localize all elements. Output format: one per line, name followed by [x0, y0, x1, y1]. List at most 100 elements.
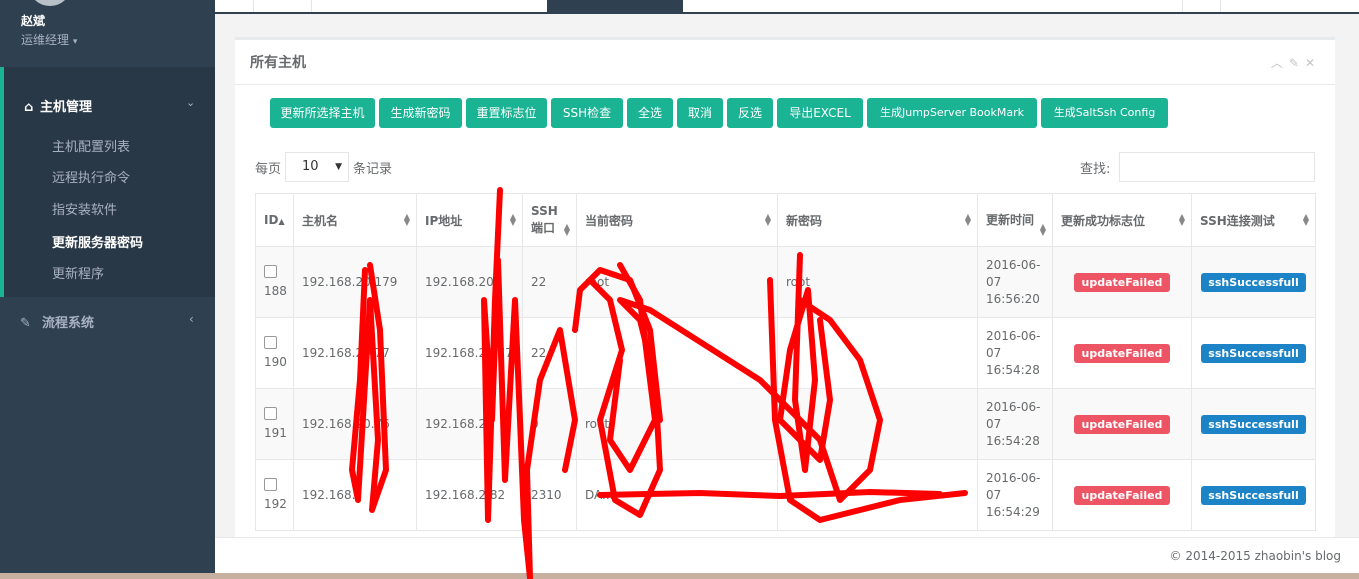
table-row[interactable]: 191 192.168.20.76 192.168.2 0 root 2016-06-07… — [255, 388, 1316, 460]
table-row[interactable]: 190 192.168.20.77 192.168.20.77 22 2016-06-0… — [255, 317, 1316, 389]
sidebar-item-update-program[interactable]: 更新程序 — [52, 263, 104, 282]
table-header-row: ID▲ 主机名 ▲ ▼ IP地址 ▲ ▼ SSH端口 ▲ ▼ 当前密码 ▲ ▼ 新密码 ▲ ▼ 更新… — [255, 193, 1316, 247]
caret-down-icon: ▼ — [335, 162, 342, 172]
cell-id: 192 — [255, 459, 294, 531]
cell-ssh-port: 0 — [522, 388, 577, 460]
cell-new-password: root — [777, 246, 978, 318]
cell-update-time: 2016-06-07 16:56:20 — [977, 246, 1053, 318]
cell-update-time: 2016-06-07 16:54:28 — [977, 388, 1053, 460]
avatar[interactable] — [28, 0, 72, 6]
nav-section-workflow[interactable]: ✎ 流程系统 — [20, 312, 94, 331]
col-header-update-flag[interactable]: 更新成功标志位 ▲ ▼ — [1052, 193, 1192, 247]
cell-current-password — [576, 317, 778, 389]
row-checkbox[interactable] — [264, 335, 277, 349]
cell-ssh-test: sshSuccessfull — [1191, 317, 1316, 389]
per-page-select[interactable]: 10 ▼ — [285, 152, 349, 182]
records-label: 条记录 — [353, 162, 393, 177]
sidebar-item-remote-exec[interactable]: 远程执行命令 — [52, 167, 130, 186]
row-id: 190 — [264, 354, 287, 369]
sidebar: 赵斌 运维经理 ▾ ⌂ 主机管理 ⌄ 主机配置列表 远程执行命令 指安装软件 更新… — [0, 0, 215, 579]
col-header-id[interactable]: ID▲ — [255, 193, 294, 247]
col-header-new-password[interactable]: 新密码 ▲ ▼ — [777, 193, 978, 247]
top-bar — [215, 0, 1359, 14]
per-page-label: 每页 — [255, 162, 282, 177]
cell-new-password — [777, 388, 978, 460]
col-label: SSH端口 — [531, 204, 558, 235]
cell-ip: 192.168.2 — [416, 388, 523, 460]
row-id: 191 — [264, 425, 287, 440]
table-row[interactable]: 188 192.168.20.179 192.168.20. 22 root root 20… — [255, 246, 1316, 318]
col-label: 新密码 — [786, 213, 823, 228]
nav-section2-label: 流程系统 — [42, 316, 95, 331]
cell-update-flag: updateFailed — [1052, 459, 1192, 531]
ssh-check-button[interactable]: SSH检查 — [551, 98, 623, 128]
cell-update-time: 2016-06-07 16:54:29 — [977, 459, 1053, 531]
saltssh-config-button[interactable]: 生成SaltSsh Config — [1041, 98, 1168, 128]
col-header-hostname[interactable]: 主机名 ▲ ▼ — [293, 193, 417, 247]
table-row[interactable]: 192 192.168. 192.168.2.82 2310 DA.... A 2016-0… — [255, 459, 1316, 531]
invert-selection-button[interactable]: 反选 — [727, 98, 773, 128]
divider — [235, 84, 1335, 85]
sort-icon: ▲ ▼ — [964, 212, 971, 227]
chevron-down-icon: ⌄ — [186, 96, 196, 109]
search-input[interactable] — [1119, 152, 1315, 182]
panel-tools: ︿✎✕ — [1271, 54, 1321, 71]
cell-new-password — [777, 317, 978, 389]
cell-current-password: DA.... — [576, 459, 778, 531]
search-label: 查找: — [1080, 162, 1111, 177]
caret-down-icon: ▾ — [72, 37, 78, 47]
select-all-button[interactable]: 全选 — [627, 98, 673, 128]
update-selected-hosts-button[interactable]: 更新所选择主机 — [270, 98, 375, 128]
sort-icon: ▲ ▼ — [509, 212, 516, 227]
wrench-icon[interactable]: ✎ — [1289, 56, 1305, 70]
top-tab[interactable] — [1182, 0, 1183, 12]
jumpserver-bookmark-button[interactable]: 生成JumpServer BookMark — [867, 98, 1037, 128]
reset-flag-button[interactable]: 重置标志位 — [466, 98, 547, 128]
cell-hostname: 192.168.20.77 — [293, 317, 417, 389]
col-header-update-time[interactable]: 更新时间 ▲ ▼ — [977, 193, 1053, 247]
sidebar-item-host-config[interactable]: 主机配置列表 — [52, 136, 130, 155]
col-header-ssh-port[interactable]: SSH端口 ▲ ▼ — [522, 193, 577, 247]
cell-hostname: 192.168.20.179 — [293, 246, 417, 318]
profile: 赵斌 运维经理 ▾ — [0, 0, 215, 67]
home-icon: ⌂ — [24, 100, 34, 115]
cell-ip: 192.168.20.77 — [416, 317, 523, 389]
row-checkbox[interactable] — [264, 264, 277, 278]
col-header-current-password[interactable]: 当前密码 ▲ ▼ — [576, 193, 778, 247]
col-label: ID — [264, 213, 279, 227]
cell-ssh-port: 2310 — [522, 459, 577, 531]
top-tab[interactable] — [311, 0, 312, 12]
sort-icon: ▲ ▼ — [403, 212, 410, 227]
col-header-ssh-test[interactable]: SSH连接测试 ▲ ▼ — [1191, 193, 1316, 247]
cell-current-password: root — [576, 388, 778, 460]
cell-new-password: A — [777, 459, 978, 531]
nav-section-host-management[interactable]: ⌂ 主机管理 — [24, 96, 92, 115]
status-badge: updateFailed — [1073, 485, 1171, 505]
generate-password-button[interactable]: 生成新密码 — [379, 98, 462, 128]
close-icon[interactable]: ✕ — [1305, 56, 1321, 70]
col-header-ip[interactable]: IP地址 ▲ ▼ — [416, 193, 523, 247]
top-tab[interactable] — [253, 0, 254, 12]
sidebar-item-install-software[interactable]: 指安装软件 — [52, 199, 117, 218]
row-checkbox[interactable] — [264, 406, 277, 420]
sort-icon: ▲ ▼ — [1178, 212, 1185, 227]
row-id: 192 — [264, 496, 287, 511]
cell-ssh-test: sshSuccessfull — [1191, 459, 1316, 531]
export-excel-button[interactable]: 导出EXCEL — [777, 98, 863, 128]
collapse-icon[interactable]: ︿ — [1271, 56, 1289, 70]
chevron-left-icon: ‹ — [189, 312, 194, 326]
status-badge: sshSuccessfull — [1201, 343, 1306, 363]
hosts-table: ID▲ 主机名 ▲ ▼ IP地址 ▲ ▼ SSH端口 ▲ ▼ 当前密码 ▲ ▼ 新密码 ▲ ▼ 更新… — [255, 193, 1316, 531]
cell-id: 188 — [255, 246, 294, 318]
row-id: 188 — [264, 283, 287, 298]
cell-hostname: 192.168.20.76 — [293, 388, 417, 460]
top-tab[interactable] — [1220, 0, 1221, 12]
row-checkbox[interactable] — [264, 477, 277, 491]
cancel-button[interactable]: 取消 — [677, 98, 723, 128]
status-badge: updateFailed — [1073, 343, 1171, 363]
sidebar-item-update-password[interactable]: 更新服务器密码 — [52, 232, 143, 251]
per-page-value: 10 — [302, 159, 319, 174]
top-tab-active[interactable] — [547, 0, 683, 12]
cell-current-password: root — [576, 246, 778, 318]
user-role-dropdown[interactable]: 运维经理 ▾ — [21, 31, 77, 48]
